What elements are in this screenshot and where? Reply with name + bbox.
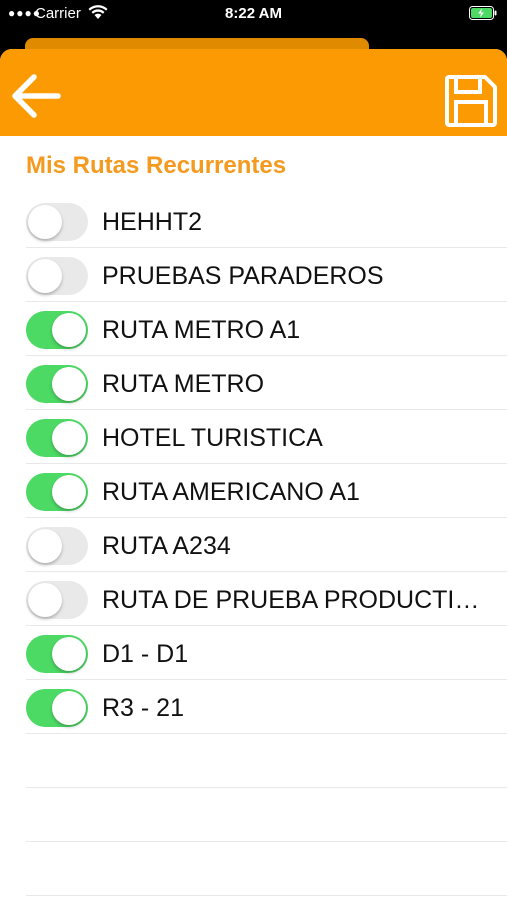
route-toggle[interactable] — [26, 689, 88, 727]
route-toggle[interactable] — [26, 635, 88, 673]
toggle-knob — [52, 637, 86, 671]
empty-row — [26, 842, 507, 896]
route-toggle[interactable] — [26, 473, 88, 511]
toggle-knob — [28, 259, 62, 293]
route-label: HOTEL TURISTICA — [102, 424, 323, 452]
route-toggle[interactable] — [26, 581, 88, 619]
toggle-knob — [28, 529, 62, 563]
route-toggle[interactable] — [26, 419, 88, 457]
floppy-disk-icon[interactable] — [444, 74, 498, 128]
route-label: RUTA METRO A1 — [102, 316, 301, 344]
route-row: HEHHT2 — [26, 194, 507, 248]
route-row: HOTEL TURISTICA — [26, 410, 507, 464]
empty-row — [26, 788, 507, 842]
route-label: RUTA AMERICANO A1 — [102, 478, 360, 506]
route-toggle[interactable] — [26, 365, 88, 403]
route-label: D1 - D1 — [102, 640, 189, 668]
route-row: RUTA AMERICANO A1 — [26, 464, 507, 518]
route-row: R3 - 21 — [26, 680, 507, 734]
nav-bar — [0, 49, 507, 136]
route-label: RUTA A234 — [102, 532, 231, 560]
route-row: D1 - D1 — [26, 626, 507, 680]
route-row: RUTA METRO — [26, 356, 507, 410]
route-row: RUTA METRO A1 — [26, 302, 507, 356]
route-toggle[interactable] — [26, 203, 88, 241]
empty-row — [26, 734, 507, 788]
toggle-knob — [52, 313, 86, 347]
route-row: PRUEBAS PARADEROS — [26, 248, 507, 302]
route-toggle[interactable] — [26, 257, 88, 295]
route-row: RUTA A234 — [26, 518, 507, 572]
arrow-left-icon[interactable] — [10, 70, 62, 122]
toggle-knob — [28, 583, 62, 617]
routes-list: HEHHT2 PRUEBAS PARADEROS RUTA METRO A1 RUTA… — [0, 194, 507, 896]
route-label: RUTA METRO — [102, 370, 265, 398]
route-label: R3 - 21 — [102, 694, 184, 722]
toggle-knob — [52, 691, 86, 725]
clock: 8:22 AM — [225, 5, 282, 22]
toggle-knob — [52, 367, 86, 401]
toggle-knob — [28, 205, 62, 239]
route-label: HEHHT2 — [102, 208, 203, 236]
modal-sheet: Mis Rutas Recurrentes HEHHT2 PRUEBAS PARA… — [0, 49, 507, 900]
section-title: Mis Rutas Recurrentes — [26, 152, 287, 179]
status-bar: ●●●● Carrier 8:22 AM — [0, 0, 507, 28]
battery-charging-icon — [469, 6, 497, 20]
toggle-knob — [52, 421, 86, 455]
route-toggle[interactable] — [26, 527, 88, 565]
route-row: RUTA DE PRUEBA PRODUCTI… — [26, 572, 507, 626]
toggle-knob — [52, 475, 86, 509]
route-label: PRUEBAS PARADEROS — [102, 262, 384, 290]
route-toggle[interactable] — [26, 311, 88, 349]
route-label: RUTA DE PRUEBA PRODUCTI… — [102, 586, 480, 614]
